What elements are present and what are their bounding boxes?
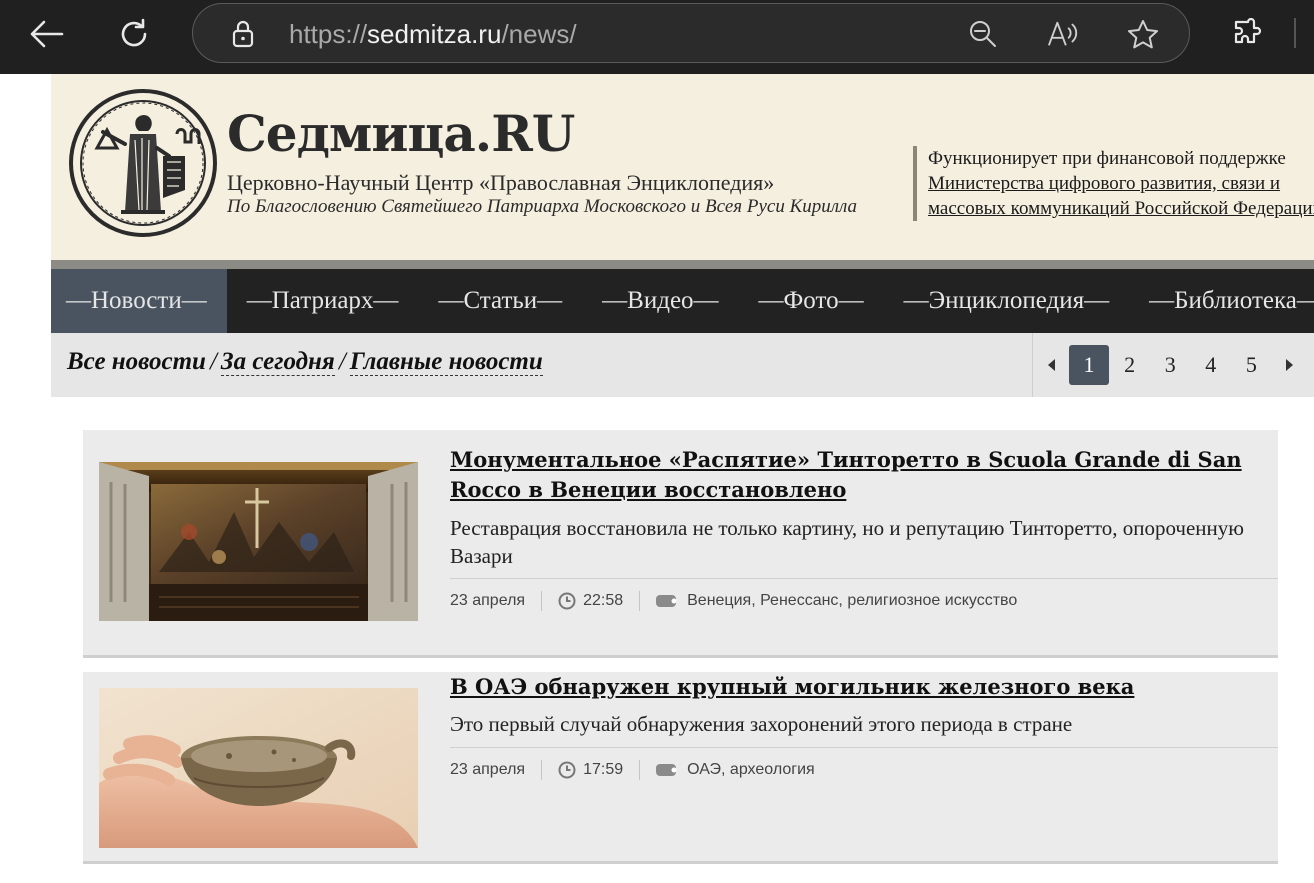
funding-link[interactable]: Министерства цифрового развития, связи и… bbox=[928, 173, 1314, 219]
filter-all-news[interactable]: Все новости bbox=[67, 348, 206, 375]
menu-item-video[interactable]: —Видео— bbox=[582, 269, 738, 333]
menu-item-photo[interactable]: —Фото— bbox=[739, 269, 884, 333]
filter-separator: / bbox=[209, 348, 217, 375]
news-tags[interactable]: ОАЭ, археология bbox=[687, 761, 815, 779]
back-icon[interactable] bbox=[26, 14, 66, 54]
news-date: 23 апреля bbox=[450, 591, 526, 609]
filter-main-news[interactable]: Главные новости bbox=[349, 348, 543, 376]
page-3[interactable]: 3 bbox=[1150, 345, 1190, 385]
web-page: Седмица.RU Церковно-Научный Центр «Право… bbox=[0, 74, 1314, 883]
zoom-out-icon[interactable] bbox=[967, 18, 999, 50]
filter-separator: / bbox=[338, 348, 346, 375]
menu-item-encyclopedia[interactable]: —Энциклопедия— bbox=[884, 269, 1130, 333]
news-title-link[interactable]: Монументальное «Распятие» Тинторетто в S… bbox=[450, 445, 1270, 505]
menu-item-patriarch[interactable]: —Патриарх— bbox=[227, 269, 419, 333]
news-thumbnail[interactable] bbox=[99, 462, 418, 621]
lock-icon[interactable] bbox=[227, 18, 259, 50]
menu-item-library[interactable]: —Библиотека— bbox=[1129, 269, 1314, 333]
news-filter-bar: Все новости / За сегодня / Главные новости 1… bbox=[51, 333, 1314, 397]
news-title-link[interactable]: В ОАЭ обнаружен крупный могильник железн… bbox=[450, 672, 1270, 702]
page-4[interactable]: 4 bbox=[1191, 345, 1231, 385]
toolbar-divider bbox=[1294, 18, 1296, 48]
page-2[interactable]: 2 bbox=[1110, 345, 1150, 385]
meta-separator bbox=[541, 590, 543, 611]
news-lead: Это первый случай обнаружения захоронени… bbox=[450, 712, 1073, 736]
news-time: 22:58 bbox=[583, 591, 624, 609]
site-header: Седмица.RU Церковно-Научный Центр «Право… bbox=[51, 74, 1314, 260]
site-blessing: По Благословению Святейшего Патриарха Мо… bbox=[227, 196, 858, 217]
meta-separator bbox=[639, 590, 641, 611]
news-lead: Реставрация восстановила не только карти… bbox=[450, 516, 1244, 568]
site-logo-icon[interactable] bbox=[67, 88, 219, 238]
news-meta: 23 апреля 17:59 ОАЭ, археология bbox=[450, 747, 1278, 791]
news-divider bbox=[83, 861, 1278, 864]
filter-today[interactable]: За сегодня bbox=[220, 348, 335, 376]
address-bar[interactable]: https://sedmitza.ru/news/ bbox=[192, 3, 1190, 63]
browser-toolbar: https://sedmitza.ru/news/ bbox=[0, 0, 1314, 74]
site-title[interactable]: Седмица.RU bbox=[227, 104, 575, 163]
funding-notice: Функционирует при финансовой поддержке М… bbox=[913, 146, 1314, 221]
next-page-icon[interactable] bbox=[1272, 345, 1308, 385]
news-thumbnail[interactable] bbox=[99, 688, 418, 848]
news-time: 17:59 bbox=[583, 760, 624, 778]
news-item: Монументальное «Распятие» Тинторетто в S… bbox=[83, 430, 1278, 658]
reload-icon[interactable] bbox=[114, 14, 154, 54]
clock-icon bbox=[558, 592, 576, 610]
meta-separator bbox=[541, 759, 543, 780]
main-menu: —Новости— —Патриарх— —Статьи— —Видео— —Ф… bbox=[51, 269, 1314, 342]
news-meta: 23 апреля 22:58 Венеция, Ренессанс, рели… bbox=[450, 578, 1278, 622]
page-5[interactable]: 5 bbox=[1231, 345, 1271, 385]
header-divider bbox=[51, 260, 1314, 269]
page-1[interactable]: 1 bbox=[1069, 345, 1109, 385]
news-divider bbox=[83, 655, 1278, 658]
news-filter-links: Все новости / За сегодня / Главные новости bbox=[67, 348, 543, 376]
favorite-star-icon[interactable] bbox=[1127, 18, 1159, 50]
url-text[interactable]: https://sedmitza.ru/news/ bbox=[289, 19, 577, 50]
news-date: 23 апреля bbox=[450, 760, 526, 778]
pagination: 1 2 3 4 5 bbox=[1032, 333, 1314, 397]
site-subtitle: Церковно-Научный Центр «Православная Энц… bbox=[227, 170, 775, 195]
news-tags[interactable]: Венеция, Ренессанс, религиозное искусств… bbox=[687, 592, 1017, 610]
menu-item-news[interactable]: —Новости— bbox=[51, 269, 227, 342]
clock-icon bbox=[558, 761, 576, 779]
menu-item-articles[interactable]: —Статьи— bbox=[418, 269, 582, 333]
tag-icon bbox=[656, 763, 680, 777]
extensions-icon[interactable] bbox=[1228, 14, 1268, 54]
read-aloud-icon[interactable] bbox=[1047, 18, 1079, 50]
funding-text: Функционирует при финансовой поддержке bbox=[928, 148, 1286, 169]
meta-separator bbox=[639, 759, 641, 780]
tag-icon bbox=[656, 594, 680, 608]
news-item: В ОАЭ обнаружен крупный могильник железн… bbox=[83, 672, 1278, 864]
prev-page-icon[interactable] bbox=[1033, 345, 1069, 385]
